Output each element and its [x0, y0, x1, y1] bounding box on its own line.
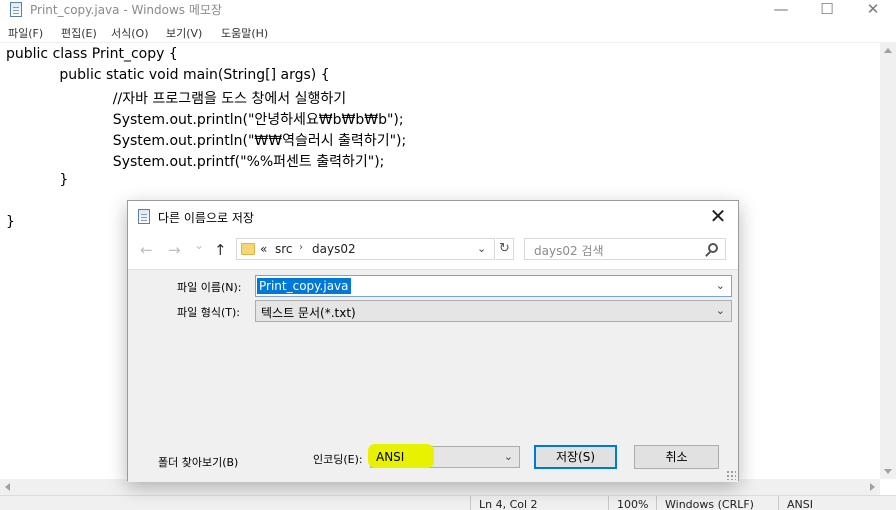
encoding-value: ANSI [376, 450, 405, 464]
code-line: public static void main(String[] args) { [6, 67, 330, 83]
breadcrumb-days02[interactable]: days02 [312, 242, 356, 256]
window-titlebar[interactable]: Print_copy.java - Windows 메모장 — ☐ ✕ [0, 0, 896, 22]
folder-icon [241, 243, 255, 255]
code-line: System.out.println("₩₩역슬러시 출력하기"); [6, 133, 407, 149]
filename-input[interactable]: Print_copy.java ⌄ [255, 275, 732, 297]
filename-value: Print_copy.java [257, 278, 351, 294]
scroll-left-icon[interactable] [5, 483, 10, 491]
search-input[interactable]: days02 검색 [524, 238, 726, 260]
forward-arrow-icon[interactable]: → [168, 241, 181, 259]
filename-label: 파일 이름(N): [177, 281, 242, 294]
status-line-ending: Windows (CRLF) [656, 496, 778, 510]
chevron-down-icon[interactable]: ⌄ [477, 242, 486, 255]
breadcrumb-overflow[interactable]: « [260, 242, 267, 256]
chevron-down-icon[interactable]: ⌄ [716, 279, 725, 292]
dialog-titlebar[interactable]: 다른 이름으로 저장 ✕ [128, 201, 738, 231]
menu-bar: 파일(F) 편집(E) 서식(O) 보기(V) 도움말(H) [0, 22, 896, 43]
code-line: System.out.printf("%%퍼센트 출력하기"); [6, 154, 385, 170]
search-placeholder: days02 검색 [534, 244, 604, 258]
save-as-dialog: 다른 이름으로 저장 ✕ ← → ⌄ ↑ « src › days02 ⌄ ↻ … [127, 200, 739, 482]
encoding-select[interactable]: ANSI ⌄ [368, 444, 520, 468]
recent-locations-icon[interactable]: ⌄ [194, 238, 204, 252]
close-button[interactable]: ✕ [850, 0, 896, 22]
code-line: //자바 프로그램을 도스 창에서 실행하기 [6, 91, 347, 107]
dialog-close-button[interactable]: ✕ [704, 203, 732, 229]
up-arrow-icon[interactable]: ↑ [214, 241, 227, 259]
scroll-down-icon[interactable] [884, 469, 892, 474]
chevron-down-icon[interactable]: ⌄ [716, 304, 725, 317]
vertical-scrollbar[interactable] [880, 43, 896, 479]
status-cursor-position: Ln 4, Col 2 [470, 496, 608, 510]
cancel-button[interactable]: 취소 [634, 445, 719, 469]
scroll-right-icon[interactable] [870, 483, 875, 491]
status-zoom: 100% [608, 496, 656, 510]
menu-format[interactable]: 서식(O) [111, 25, 148, 41]
status-encoding: ANSI [778, 496, 896, 510]
window-title: Print_copy.java - Windows 메모장 [30, 3, 222, 17]
address-bar[interactable]: « src › days02 ⌄ [236, 238, 495, 260]
refresh-icon[interactable]: ↻ [496, 238, 514, 260]
code-line: System.out.println("안녕하세요₩b₩b₩b"); [6, 112, 404, 128]
back-arrow-icon[interactable]: ← [140, 241, 153, 259]
menu-help[interactable]: 도움말(H) [221, 25, 268, 41]
menu-view[interactable]: 보기(V) [166, 25, 202, 41]
filetype-select[interactable]: 텍스트 문서(*.txt) ⌄ [255, 300, 732, 322]
dialog-title: 다른 이름으로 저장 [158, 211, 254, 225]
code-line: public class Print_copy { [6, 46, 178, 62]
notepad-app-icon [10, 2, 22, 17]
notepad-app-icon [138, 209, 150, 224]
code-line: } [6, 214, 15, 230]
menu-file[interactable]: 파일(F) [8, 25, 43, 41]
navigation-bar: ← → ⌄ ↑ « src › days02 ⌄ ↻ days02 검색 [128, 231, 738, 269]
search-icon[interactable] [708, 243, 718, 253]
save-button[interactable]: 저장(S) [534, 445, 617, 469]
menu-edit[interactable]: 편집(E) [61, 25, 97, 41]
encoding-label: 인코딩(E): [313, 453, 363, 466]
dialog-body: 파일 이름(N): Print_copy.java ⌄ 파일 형식(T): 텍스… [128, 269, 738, 482]
code-line: } [6, 172, 69, 188]
chevron-down-icon[interactable]: ⌄ [504, 450, 513, 463]
filetype-label: 파일 형식(T): [177, 306, 240, 319]
resize-grip-icon[interactable] [726, 470, 736, 480]
status-bar: Ln 4, Col 2 100% Windows (CRLF) ANSI [0, 495, 896, 510]
browse-folders-toggle[interactable]: 폴더 찾아보기(B) [158, 454, 238, 470]
minimize-button[interactable]: — [758, 0, 804, 22]
breadcrumb-src[interactable]: src [275, 242, 293, 256]
scroll-up-icon[interactable] [884, 48, 892, 53]
chevron-right-icon: › [299, 242, 303, 253]
filetype-value: 텍스트 문서(*.txt) [261, 306, 356, 320]
maximize-button[interactable]: ☐ [804, 0, 850, 22]
